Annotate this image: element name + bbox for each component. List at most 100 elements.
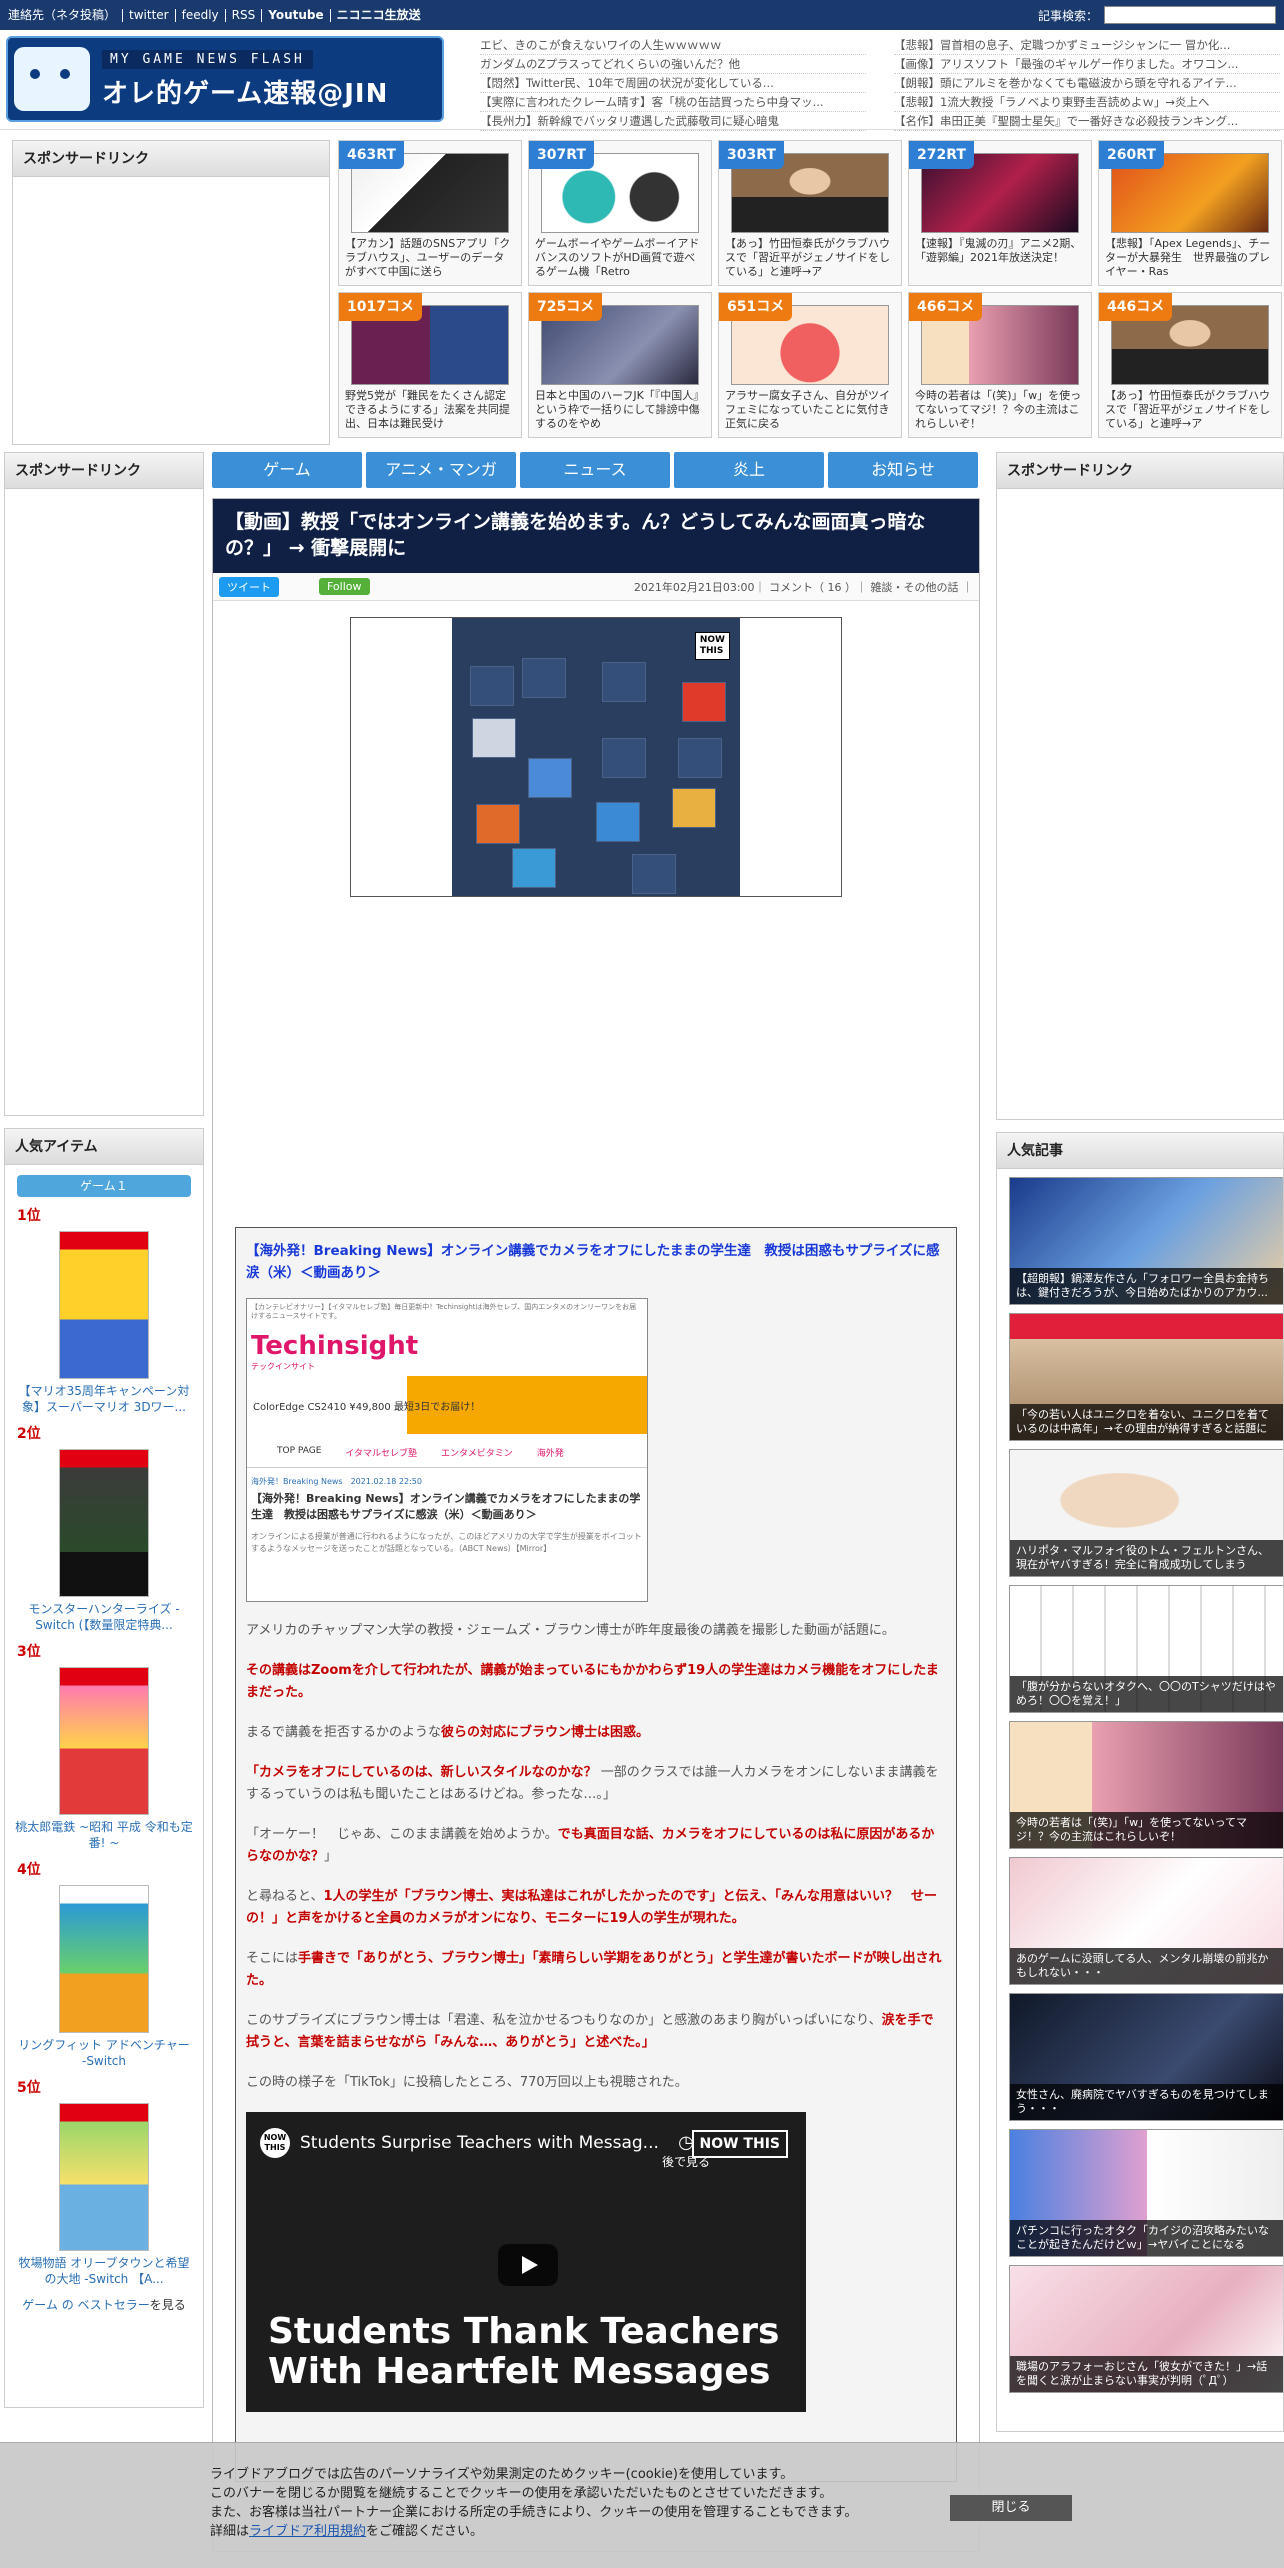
product-image[interactable]: [59, 1667, 149, 1815]
rt-card[interactable]: 446コメ 【あっ】竹田恒泰氏がクラブハウスで「習近平がジェノサイドをしている」…: [1098, 292, 1282, 438]
bestseller-link-text[interactable]: ゲーム の ベストセラー: [22, 2298, 150, 2312]
rt-card[interactable]: 307RT ゲームボーイやゲームボーイアドバンスのソフトがHD画質で遊べるゲーム…: [528, 140, 712, 286]
top-link-youtube[interactable]: Youtube: [261, 8, 329, 22]
rt-text: ゲームボーイやゲームボーイアドバンスのソフトがHD画質で遊べるゲーム機「Retr…: [535, 237, 700, 278]
top-link-twitter[interactable]: twitter: [122, 8, 175, 22]
article-paragraph: この時の様子を「TikTok」に投稿したところ、770万回以上も視聴された。: [246, 2075, 688, 2090]
product-image[interactable]: [59, 2103, 149, 2251]
source-nav-item: TOP PAGE: [277, 1446, 322, 1456]
youtube-embed[interactable]: NOW THIS Students Surprise Teachers with…: [246, 2112, 806, 2412]
rt-card[interactable]: 725コメ 日本と中国のハーフJK「『中国人』という枠で一括りにして誹謗中傷する…: [528, 292, 712, 438]
nav-anime-manga[interactable]: アニメ・マンガ: [366, 452, 516, 488]
popular-article[interactable]: パチンコに行ったオタク「カイジの沼攻略みたいなことが起きたんだけどｗ」→ヤバイこ…: [1009, 2129, 1283, 2257]
headline-link[interactable]: 【画像】アリスソフト「最強のギャルゲー作りました。オワコン...: [894, 55, 1280, 74]
article-meta[interactable]: 2021年02月21日03:00｜ コメント（ 16 ）｜ 雑談・その他の話 ｜: [634, 579, 973, 595]
product-link[interactable]: 牧場物語 オリーブタウンと希望の大地 -Switch 【A...: [5, 2251, 203, 2287]
rt-card[interactable]: 1017コメ 野党5党が「難民をたくさん認定できるようにする」法案を共同提出、日…: [338, 292, 522, 438]
comment-badge: 446コメ: [1099, 293, 1173, 321]
logo-subtitle: MY GAME NEWS FLASH: [102, 50, 313, 69]
rt-card[interactable]: 260RT 【悲報】「Apex Legends」、チーターが大暴発生 世界最強の…: [1098, 140, 1282, 286]
product-image[interactable]: [59, 1449, 149, 1597]
product-link[interactable]: モンスターハンターライズ -Switch (【数量限定特典...: [5, 1597, 203, 1633]
site-header: MY GAME NEWS FLASH オレ的ゲーム速報@JIN エビ、きのこが食…: [0, 30, 1284, 131]
product-image[interactable]: [59, 1231, 149, 1379]
follow-button[interactable]: Follow: [319, 578, 370, 595]
terms-link[interactable]: ライブドア利用規約: [249, 2524, 366, 2539]
top-link-contact[interactable]: 連絡先（ネタ投稿）: [8, 8, 122, 22]
rt-text: 日本と中国のハーフJK「『中国人』という枠で一括りにして誹謗中傷するのをやめ: [535, 389, 705, 430]
search-input[interactable]: [1104, 6, 1276, 24]
popular-article[interactable]: 【超朗報】鍋澤友作さん「フォロワー全員お金持ちは、鍵付きだろうが、今日始めたばか…: [1009, 1177, 1283, 1305]
popular-article[interactable]: 女性さん、廃病院でヤバすぎるものを見つけてしまう・・・: [1009, 1993, 1283, 2121]
rt-card[interactable]: 463RT 【アカン】話題のSNSアプリ「クラブハウス」、ユーザーのデータがすべ…: [338, 140, 522, 286]
source-nav-item: イタマルセレブ塾: [345, 1449, 418, 1459]
comment-badge: 466コメ: [909, 293, 983, 321]
headline-link[interactable]: 【実際に言われたクレーム晴す】客「桃の缶詰買ったら中身マッ...: [480, 93, 866, 112]
popular-article[interactable]: 職場のアラフォーおじさん「彼女ができた！」→話を聞くと涙が止まらない事実が判明（…: [1009, 2265, 1283, 2393]
headline-link[interactable]: ガンダムのZプラスってどれくらいの強いんだ？他: [480, 55, 866, 74]
headline-link[interactable]: 【長州力】新幹線でバッタリ遭遇した武藤敬司に疑心暗鬼: [480, 112, 866, 131]
left-sidebar: スポンサードリンク 人気アイテム ゲーム１ 1位 【マリオ35周年キャンペーン対…: [4, 452, 204, 2562]
popular-article[interactable]: 「今の若い人はユニクロを着ない、ユニクロを着ているのは中高年」→その理由が納得す…: [1009, 1313, 1283, 1441]
site-logo[interactable]: MY GAME NEWS FLASH オレ的ゲーム速報@JIN: [6, 36, 444, 122]
source-body: オンラインによる授業が普通に行われるようになったが、このほどアメリカの大学で学生…: [251, 1532, 642, 1553]
nav-enjou[interactable]: 炎上: [674, 452, 824, 488]
channel-watermark: NOW THIS: [691, 2130, 788, 2158]
sponsor-box-left: スポンサードリンク: [4, 452, 204, 1116]
tab-game1[interactable]: ゲーム１: [17, 1175, 191, 1197]
source-category: 海外発！Breaking News 2021.02.18 22:50: [251, 1477, 422, 1486]
channel-avatar[interactable]: NOW THIS: [260, 2128, 290, 2158]
product-link[interactable]: リングフィット アドベンチャー -Switch: [5, 2033, 203, 2069]
headline-link[interactable]: 【朗報】頭にアルミを巻かなくても電磁波から頭を守れるアイテ...: [894, 74, 1280, 93]
sponsor-box-top: スポンサードリンク: [12, 140, 330, 445]
source-link[interactable]: 【海外発！Breaking News】オンライン講義でカメラをオフにしたままの学…: [246, 1240, 946, 1284]
rank-label: 5位: [17, 2080, 41, 2096]
source-screenshot[interactable]: 【カンテレビオナリー】【イタマルセレブ塾】毎日更新中！Techinsightは海…: [246, 1298, 648, 1602]
bestseller-link[interactable]: ゲーム の ベストセラーを見る: [5, 2287, 203, 2313]
popular-article[interactable]: あのゲームに没頭してる人、メンタル崩壊の前兆かもしれない・・・: [1009, 1857, 1283, 1985]
rt-badge: 463RT: [339, 141, 404, 169]
sponsor-heading: スポンサードリンク: [997, 453, 1283, 489]
mascot-icon: [14, 47, 90, 111]
rt-card[interactable]: 466コメ 今時の若者は「(笑)」「w」を使ってないってマジ！？今の主流はこれら…: [908, 292, 1092, 438]
rt-card[interactable]: 272RT 【速報】『鬼滅の刃』アニメ2期、「遊郭編」2021年放送決定！: [908, 140, 1092, 286]
article-paragraph: そこには手書きで「ありがとう、ブラウン博士」「素晴らしい学期をありがとう」と学生…: [246, 1951, 942, 1988]
nav-news[interactable]: ニュース: [520, 452, 670, 488]
video-title[interactable]: Students Surprise Teachers with Messag..…: [300, 2133, 659, 2153]
nav-game[interactable]: ゲーム: [212, 452, 362, 488]
tweet-button[interactable]: ツイート: [219, 576, 279, 597]
source-title: 【海外発！Breaking News】オンライン講義でカメラをオフにしたままの学…: [251, 1492, 641, 1521]
rt-text: 【あっ】竹田恒泰氏がクラブハウスで「習近平がジェノサイドをしている」と連呼→ア: [725, 237, 890, 278]
nav-notice[interactable]: お知らせ: [828, 452, 978, 488]
popular-article[interactable]: 今時の若者は「(笑)」「w」を使ってないってマジ！？今の主流はこれらしいぞ！: [1009, 1721, 1283, 1849]
headline-link[interactable]: エビ、きのこが食えないワイの人生ｗｗｗｗｗ: [480, 36, 866, 55]
product-link[interactable]: 桃太郎電鉄 ~昭和 平成 令和も定番! ~: [5, 1815, 203, 1851]
play-button-icon[interactable]: [498, 2244, 558, 2286]
popular-items-box: 人気アイテム ゲーム１ 1位 【マリオ35周年キャンペーン対象】スーパーマリオ …: [4, 1128, 204, 2408]
hero-image: NOW THIS: [350, 617, 842, 897]
headline-link[interactable]: 【悶然】Twitter民、10年で周囲の状況が変化している...: [480, 74, 866, 93]
popular-article[interactable]: ハリポタ・マルフォイ役のトム・フェルトンさん、現在がヤバすぎる！完全に育成成功し…: [1009, 1449, 1283, 1577]
headline-link[interactable]: 【悲報】1流大教授「ラノベより東野圭吾読めよｗ」→炎上へ: [894, 93, 1280, 112]
product-image[interactable]: [59, 1885, 149, 2033]
sponsor-box-right: スポンサードリンク: [996, 452, 1284, 1120]
product-link[interactable]: 【マリオ35周年キャンペーン対象】スーパーマリオ 3Dワー...: [5, 1379, 203, 1415]
rt-text: 【悲報】「Apex Legends」、チーターが大暴発生 世界最強のプレイヤー・…: [1105, 237, 1271, 278]
top-link-feedly[interactable]: feedly: [174, 8, 225, 22]
article-title[interactable]: 【動画】教授「ではオンライン講義を始めます。ん？どうしてみんな画面真っ暗なの？」…: [213, 499, 979, 573]
headline-link[interactable]: 【悲報】冒首相の息子、定職つかずミュージシャンに一 冒か化...: [894, 36, 1280, 55]
rt-card[interactable]: 303RT 【あっ】竹田恒泰氏がクラブハウスで「習近平がジェノサイドをしている」…: [718, 140, 902, 286]
rt-text: 野党5党が「難民をたくさん認定できるようにする」法案を共同提出、日本は難民受け: [345, 389, 510, 430]
source-brand-sub: テックインサイト: [251, 1362, 315, 1371]
ranking-grid: 463RT 【アカン】話題のSNSアプリ「クラブハウス」、ユーザーのデータがすべ…: [338, 140, 1282, 446]
top-bar: 連絡先（ネタ投稿） twitter feedly RSS Youtube ニコニ…: [0, 0, 1284, 30]
top-link-niconico[interactable]: ニコニコ生放送: [329, 8, 427, 22]
popular-articles-heading: 人気記事: [997, 1133, 1283, 1169]
cookie-close-button[interactable]: 閉じる: [950, 2495, 1072, 2521]
source-nav: TOP PAGE イタマルセレブ塾 エンタメビタミン 海外発: [247, 1438, 647, 1468]
top-link-rss[interactable]: RSS: [224, 8, 262, 22]
popular-article[interactable]: 「腹が分からないオタクへ、〇〇のTシャツだけはやめろ！〇〇を覚え！」: [1009, 1585, 1283, 1713]
rt-card[interactable]: 651コメ アラサー腐女子さん、自分がツイフェミになっていたことに気付き正気に戻…: [718, 292, 902, 438]
bestseller-suffix: を見る: [149, 2298, 186, 2312]
headline-link[interactable]: 【名作】串田正美『聖闘士星矢』で一番好きな必殺技ランキング...: [894, 112, 1280, 131]
